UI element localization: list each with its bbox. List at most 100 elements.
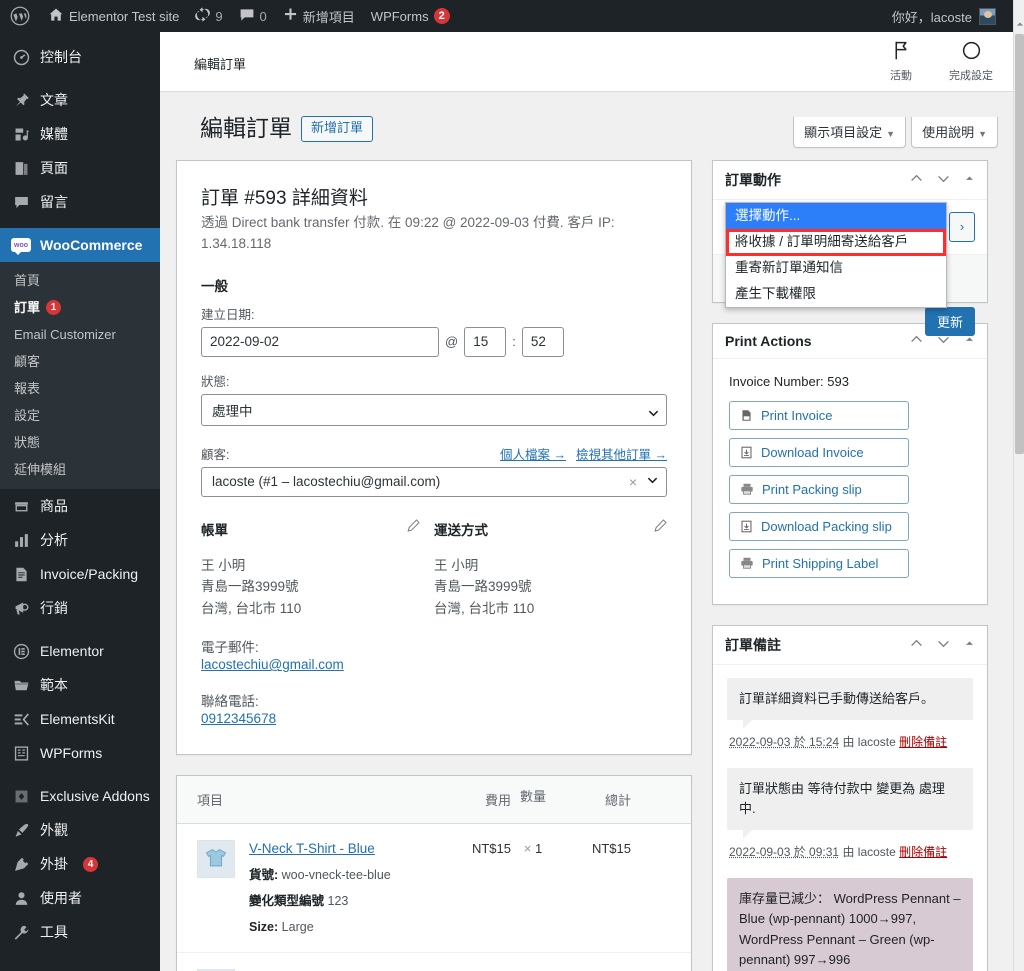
- wpforms-menu[interactable]: WPForms 2: [363, 0, 458, 32]
- print-shipping-label-label: Print Shipping Label: [762, 556, 878, 571]
- download-packing-slip-button[interactable]: Download Packing slip: [729, 512, 909, 541]
- comments-menu[interactable]: 0: [231, 0, 275, 32]
- customer-select[interactable]: lacoste (#1 – lacostechiu@gmail.com) ×: [201, 467, 667, 497]
- dropdown-option-email-invoice[interactable]: 將收據 / 訂單明細寄送給客戶: [726, 229, 946, 255]
- sidebar-item-templates[interactable]: 範本: [0, 668, 160, 702]
- sidebar-subitem-status[interactable]: 狀態: [0, 429, 160, 456]
- sidebar-item-label: WPForms: [40, 745, 102, 761]
- sidebar-item-marketing[interactable]: 行銷: [0, 591, 160, 625]
- shipping-address1: 青島一路3999號: [434, 576, 651, 598]
- sidebar-item-analytics[interactable]: 分析: [0, 523, 160, 557]
- new-content-menu[interactable]: 新增項目: [275, 0, 363, 32]
- appearance-brush-icon: [11, 820, 31, 840]
- sidebar-item-plugins[interactable]: 外掛 4: [0, 847, 160, 881]
- order-status-select[interactable]: 處理中: [201, 394, 667, 426]
- site-name-menu[interactable]: Elementor Test site: [40, 0, 187, 32]
- delete-note-link[interactable]: 刪除備註: [899, 735, 947, 749]
- sidebar-item-pages[interactable]: 頁面: [0, 151, 160, 185]
- screen-options-label: 顯示項目設定: [804, 125, 882, 140]
- order-heading: 訂單 #593 詳細資料: [201, 183, 667, 210]
- sidebar-item-comments[interactable]: 留言: [0, 185, 160, 219]
- pencil-icon[interactable]: [407, 519, 420, 535]
- sidebar-subitem-customers[interactable]: 顧客: [0, 348, 160, 375]
- print-packing-slip-button[interactable]: Print Packing slip: [729, 475, 909, 504]
- meta-label: Size:: [249, 920, 278, 934]
- sidebar-item-label: 頁面: [40, 158, 68, 178]
- order-hour-input[interactable]: [464, 327, 506, 357]
- toggle-panel-icon[interactable]: [964, 173, 975, 186]
- dropdown-option-resend-new-order[interactable]: 重寄新訂單通知信: [726, 255, 946, 281]
- setup-label: 完成設定: [949, 67, 993, 83]
- sidebar-item-exclusive-addons[interactable]: Exclusive Addons: [0, 779, 160, 813]
- sidebar-subitem-extensions[interactable]: 延伸模組: [0, 456, 160, 483]
- analytics-icon: [11, 530, 31, 550]
- sidebar-item-appearance[interactable]: 外觀: [0, 813, 160, 847]
- dropdown-option-regenerate-downloads[interactable]: 產生下載權限: [726, 281, 946, 307]
- billing-email-link[interactable]: lacostechiu@gmail.com: [201, 657, 344, 672]
- download-invoice-button[interactable]: Download Invoice: [729, 438, 909, 467]
- order-minute-input[interactable]: [522, 327, 564, 357]
- product-link[interactable]: V-Neck T-Shirt - Blue: [249, 840, 375, 859]
- delete-note-link[interactable]: 刪除備註: [899, 845, 947, 859]
- toggle-panel-icon[interactable]: [964, 334, 975, 347]
- sidebar-subitem-reports[interactable]: 報表: [0, 375, 160, 402]
- sidebar-item-elementskit[interactable]: ElementsKit: [0, 702, 160, 736]
- sidebar-subitem-home[interactable]: 首頁: [0, 267, 160, 294]
- download-document-icon: [740, 520, 753, 533]
- table-row: WordPress Pennant - Blue NT$100 × 3 NT$3…: [177, 953, 691, 971]
- move-down-icon[interactable]: [937, 637, 950, 652]
- update-order-button[interactable]: 更新: [925, 307, 975, 336]
- customer-other-orders-link[interactable]: 檢視其他訂單 →: [576, 444, 667, 463]
- add-new-order-button[interactable]: 新增訂單: [301, 116, 373, 142]
- order-status-value: 處理中: [212, 400, 253, 420]
- scroll-up-arrow-icon[interactable]: [1014, 18, 1024, 29]
- my-account-menu[interactable]: 你好，lacoste: [892, 7, 1024, 26]
- scrollbar-thumb[interactable]: [1015, 34, 1024, 454]
- billing-phone-link[interactable]: 0912345678: [201, 711, 276, 726]
- close-icon[interactable]: ×: [629, 474, 647, 490]
- sidebar-item-elementor[interactable]: Elementor: [0, 634, 160, 668]
- updates-menu[interactable]: 9: [187, 0, 230, 32]
- help-button[interactable]: 使用說明 ▼: [911, 117, 998, 148]
- dropdown-option-select-action[interactable]: 選擇動作...: [726, 203, 946, 229]
- sidebar-item-invoice-packing[interactable]: Invoice/Packing: [0, 557, 160, 591]
- apply-action-button[interactable]: ›: [949, 212, 975, 242]
- sidebar-item-posts[interactable]: 文章: [0, 83, 160, 117]
- sidebar-item-users[interactable]: 使用者: [0, 881, 160, 915]
- customer-label: 顧客:: [201, 444, 229, 463]
- wordpress-logo-icon: [10, 6, 30, 26]
- sidebar-subitem-label: Email Customizer: [14, 326, 116, 343]
- move-down-icon[interactable]: [937, 172, 950, 187]
- shipping-address2: 台灣, 台北市 110: [434, 598, 651, 620]
- move-up-icon[interactable]: [910, 172, 923, 187]
- sidebar-item-dashboard[interactable]: 控制台: [0, 40, 160, 74]
- sidebar-subitem-email-customizer[interactable]: Email Customizer: [0, 321, 160, 348]
- sidebar-item-woocommerce[interactable]: woo WooCommerce: [0, 228, 160, 262]
- general-section-title: 一般: [201, 275, 667, 295]
- customer-profile-link[interactable]: 個人檔案 →: [500, 444, 566, 463]
- setup-progress-button[interactable]: 完成設定: [939, 40, 1003, 83]
- move-up-icon[interactable]: [910, 637, 923, 652]
- wp-logo-menu[interactable]: [0, 0, 40, 32]
- page-scrollbar[interactable]: [1013, 0, 1024, 971]
- print-shipping-label-button[interactable]: Print Shipping Label: [729, 549, 909, 578]
- sidebar-item-media[interactable]: 媒體: [0, 117, 160, 151]
- pencil-icon[interactable]: [654, 519, 667, 535]
- download-packing-slip-label: Download Packing slip: [761, 519, 892, 534]
- table-row: V-Neck T-Shirt - Blue 貨號: woo-vneck-tee-…: [177, 824, 691, 953]
- order-action-dropdown-list[interactable]: 選擇動作... 將收據 / 訂單明細寄送給客戶 重寄新訂單通知信 產生下載權限: [725, 202, 947, 308]
- sidebar-item-wpforms[interactable]: WPForms: [0, 736, 160, 770]
- sidebar-subitem-settings[interactable]: 設定: [0, 402, 160, 429]
- order-items-panel: 項目 費用 數量 總計 V-Neck T-Shirt - Blue 貨號: wo…: [176, 775, 692, 971]
- sidebar-subitem-orders[interactable]: 訂單 1: [0, 294, 160, 321]
- screen-options-button[interactable]: 顯示項目設定 ▼: [793, 117, 906, 148]
- sidebar-item-products[interactable]: 商品: [0, 489, 160, 523]
- order-actions-panel: 訂單動作 › 更新 選擇動作... 將收據 / 訂單明細寄送給客戶 重寄新訂單通…: [712, 160, 988, 303]
- print-invoice-button[interactable]: Print Invoice: [729, 401, 909, 430]
- move-up-icon[interactable]: [910, 333, 923, 348]
- billing-email-label: 電子郵件:: [201, 636, 418, 656]
- activity-panel-button[interactable]: 活動: [869, 40, 933, 83]
- order-date-input[interactable]: [201, 327, 439, 357]
- toggle-panel-icon[interactable]: [964, 638, 975, 651]
- sidebar-item-tools[interactable]: 工具: [0, 915, 160, 949]
